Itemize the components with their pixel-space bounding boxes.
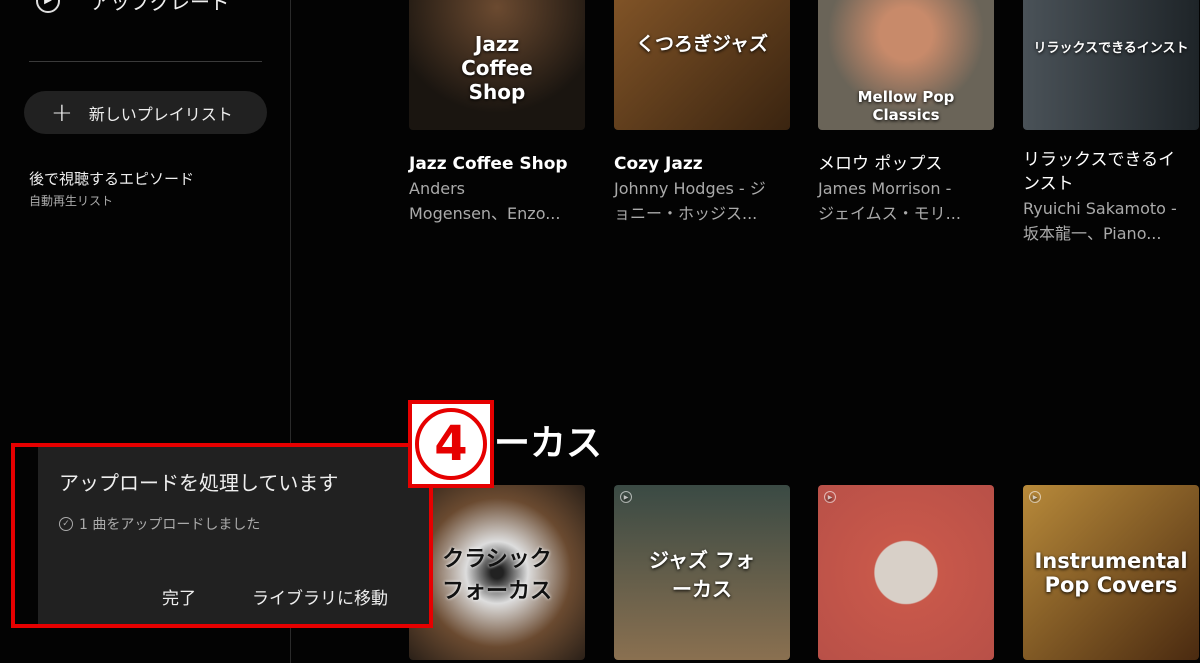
- play-icon[interactable]: ▶: [1029, 491, 1041, 503]
- plus-icon: +: [51, 97, 73, 128]
- playlist-art[interactable]: ▶ Instrumental Pop Covers: [1023, 485, 1199, 660]
- divider: [29, 61, 262, 62]
- play-icon[interactable]: ▶: [620, 491, 632, 503]
- playlist-art[interactable]: Jazz Coffee Shop: [409, 0, 585, 130]
- playlist-art[interactable]: ▶: [818, 485, 994, 660]
- new-playlist-button[interactable]: + 新しいプレイリスト: [24, 91, 267, 134]
- playlist-card[interactable]: ▶ Instrumental Pop Covers: [1023, 485, 1199, 660]
- playlist-art[interactable]: クラシック フォーカス: [409, 485, 585, 660]
- sidebar-item-episodes[interactable]: 後で視聴するエピソード 自動再生リスト: [29, 168, 194, 209]
- playlist-card[interactable]: リラックスできるインスト リラックスできるイ ンスト Ryuichi Sakamot…: [1023, 0, 1199, 246]
- annotation-highlight: [11, 443, 433, 628]
- annotation-badge: 4: [408, 400, 494, 488]
- playlist-art[interactable]: ▶ ジャズ フォーカス: [614, 485, 790, 660]
- playlist-card[interactable]: Mellow Pop Classics メロウ ポップス James Morris…: [818, 0, 994, 226]
- playlist-card[interactable]: クラシック フォーカス: [409, 485, 585, 660]
- play-icon[interactable]: ▶: [824, 491, 836, 503]
- play-circle-icon: ▶: [36, 0, 60, 13]
- playlist-card[interactable]: Jazz Coffee Shop Jazz Coffee Shop Anders M…: [409, 0, 585, 226]
- playlist-card[interactable]: ▶: [818, 485, 994, 660]
- playlist-card[interactable]: くつろぎジャズ Cozy Jazz Johnny Hodges - ジョニー・ホッ…: [614, 0, 790, 226]
- playlist-art[interactable]: Mellow Pop Classics: [818, 0, 994, 130]
- playlist-card[interactable]: ▶ ジャズ フォーカス: [614, 485, 790, 660]
- playlist-art[interactable]: くつろぎジャズ: [614, 0, 790, 130]
- sidebar-item-upgrade[interactable]: ▶ アップグレード: [36, 0, 230, 15]
- playlist-art[interactable]: リラックスできるインスト: [1023, 0, 1199, 130]
- section-heading: ーカス: [494, 423, 603, 464]
